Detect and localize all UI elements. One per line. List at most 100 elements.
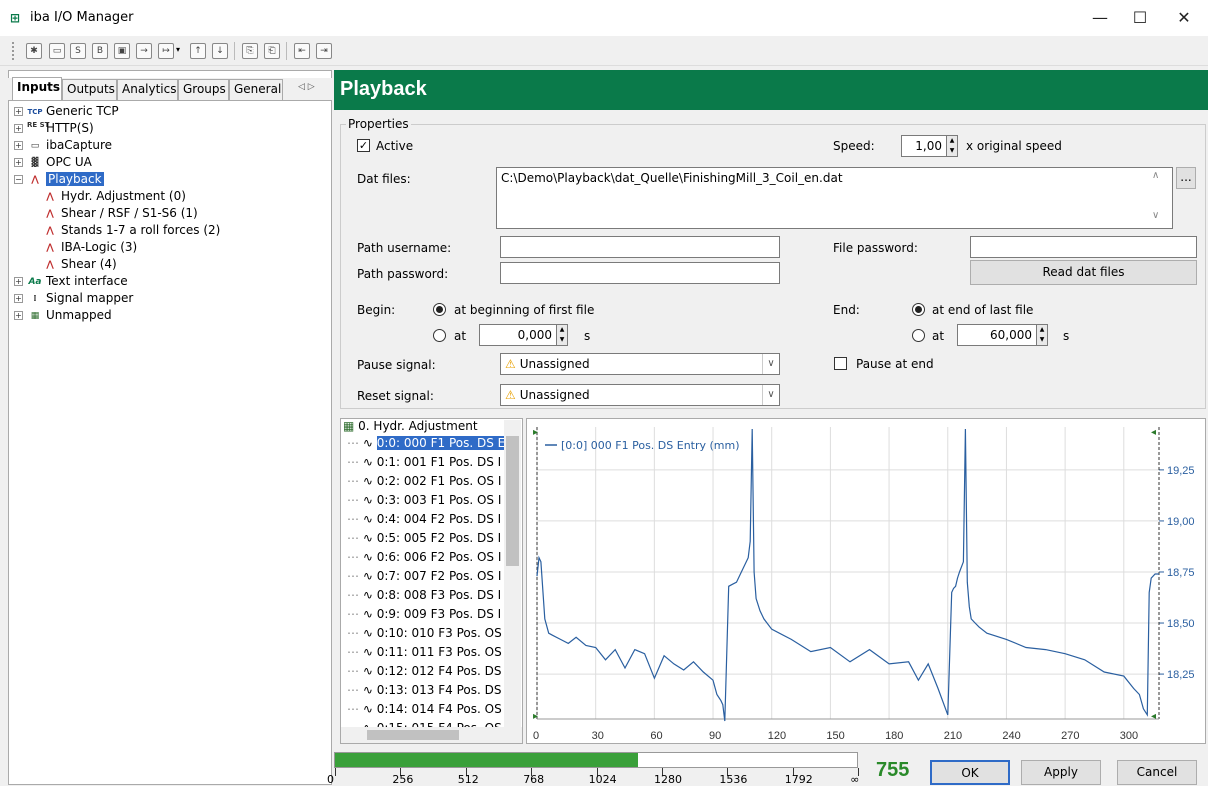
tab-scroll-arrows[interactable]: ◁ ▷ bbox=[298, 82, 315, 92]
tab-general[interactable]: General bbox=[229, 79, 283, 100]
signal-item[interactable]: ⋯ ∿ 0:7: 007 F2 Pos. OS I bbox=[341, 567, 522, 586]
speed-input[interactable]: 1,00 bbox=[901, 135, 947, 157]
path-username-input[interactable] bbox=[500, 236, 780, 258]
new-icon[interactable]: ✱ bbox=[26, 43, 42, 59]
end-spinner[interactable]: ▲ ▼ bbox=[1036, 324, 1048, 346]
chevron-down-icon[interactable]: ∨ bbox=[762, 354, 779, 374]
expand-icon[interactable]: + bbox=[14, 311, 23, 320]
signal-item[interactable]: ⋯ ∿ 0:11: 011 F3 Pos. OS bbox=[341, 643, 522, 662]
signal-item[interactable]: ⋯ ∿ 0:9: 009 F3 Pos. DS I bbox=[341, 605, 522, 624]
import-icon[interactable]: → bbox=[136, 43, 152, 59]
tree-item-child[interactable]: ⋀ IBA-Logic (3) bbox=[14, 239, 220, 256]
scroll-down-icon[interactable]: ∨ bbox=[1152, 210, 1159, 221]
browse-button[interactable]: ... bbox=[1176, 167, 1196, 189]
scrollbar-thumb[interactable] bbox=[506, 436, 519, 566]
tree-item-child[interactable]: ⋀ Shear / RSF / S1-S6 (1) bbox=[14, 205, 220, 222]
maximize-button[interactable]: ☐ bbox=[1120, 6, 1160, 30]
read-dat-files-button[interactable]: Read dat files bbox=[970, 260, 1197, 285]
signal-item[interactable]: ⋯ ∿ 0:14: 014 F4 Pos. OS bbox=[341, 700, 522, 719]
tree-line: ⋯ bbox=[347, 436, 359, 450]
tree-item-child[interactable]: ⋀ Shear (4) bbox=[14, 256, 220, 273]
sine-wave-icon: ∿ bbox=[362, 436, 373, 450]
file-password-input[interactable] bbox=[970, 236, 1197, 258]
signal-item[interactable]: ⋯ ∿ 0:8: 008 F3 Pos. DS I bbox=[341, 586, 522, 605]
paste-icon[interactable]: ⎗ bbox=[264, 43, 280, 59]
tab-inputs[interactable]: Inputs bbox=[12, 77, 62, 101]
signal-item[interactable]: ⋯ ∿ 0:5: 005 F2 Pos. DS I bbox=[341, 529, 522, 548]
signal-item[interactable]: ⋯ ∿ 0:10: 010 F3 Pos. OS bbox=[341, 624, 522, 643]
tree-label: Shear / RSF / S1-S6 (1) bbox=[61, 206, 198, 220]
active-checkbox[interactable]: ✓ bbox=[357, 139, 370, 152]
save-icon[interactable]: ▣ bbox=[114, 43, 130, 59]
reset-signal-combo[interactable]: ⚠ Unassigned bbox=[500, 384, 780, 406]
signal-item[interactable]: ⋯ ∿ 0:0: 000 F1 Pos. DS E bbox=[341, 434, 522, 453]
move-down-icon[interactable]: ↓ bbox=[212, 43, 228, 59]
expand-icon[interactable]: + bbox=[14, 124, 23, 133]
hscroll-thumb[interactable] bbox=[367, 730, 459, 740]
tree-item-ibacapture[interactable]: + ▭ ibaCapture bbox=[14, 137, 220, 154]
save-as-b-icon[interactable]: B bbox=[92, 43, 108, 59]
signal-item[interactable]: ⋯ ∿ 0:6: 006 F2 Pos. OS I bbox=[341, 548, 522, 567]
collapse-icon[interactable]: − bbox=[14, 175, 23, 184]
scroll-up-icon[interactable]: ∧ bbox=[1152, 170, 1159, 181]
collapse-left-icon[interactable]: ⇤ bbox=[294, 43, 310, 59]
x-tick-label: 60 bbox=[650, 730, 662, 742]
signal-root[interactable]: ▦ 0. Hydr. Adjustment bbox=[341, 419, 522, 434]
begin-first-file-radio[interactable] bbox=[433, 303, 446, 316]
tree-item-child[interactable]: ⋀ Hydr. Adjustment (0) bbox=[14, 188, 220, 205]
expand-icon[interactable]: + bbox=[14, 107, 23, 116]
signal-item[interactable]: ⋯ ∿ 0:2: 002 F1 Pos. OS I bbox=[341, 472, 522, 491]
tree-item-text-interface[interactable]: + Aa Text interface bbox=[14, 273, 220, 290]
tree-item-playback[interactable]: − ⋀ Playback bbox=[14, 171, 220, 188]
move-up-icon[interactable]: ↑ bbox=[190, 43, 206, 59]
signal-item[interactable]: ⋯ ∿ 0:13: 013 F4 Pos. DS bbox=[341, 681, 522, 700]
tab-groups[interactable]: Groups bbox=[178, 79, 229, 100]
signal-chart[interactable]: 0 30 60 90 120 150 180 210 240 270 300 19,25 19,00 18… bbox=[526, 418, 1206, 744]
expand-icon[interactable]: + bbox=[14, 141, 23, 150]
open-icon[interactable]: ▭ bbox=[49, 43, 65, 59]
dropdown-icon[interactable]: ▾ bbox=[176, 45, 180, 54]
end-value-input[interactable]: 60,000 bbox=[957, 324, 1037, 346]
expand-right-icon[interactable]: ⇥ bbox=[316, 43, 332, 59]
tree-item-unmapped[interactable]: + ▦ Unmapped bbox=[14, 307, 220, 324]
signal-item[interactable]: ⋯ ∿ 0:3: 003 F1 Pos. OS I bbox=[341, 491, 522, 510]
apply-button[interactable]: Apply bbox=[1021, 760, 1101, 785]
dat-files-textarea[interactable]: C:\Demo\Playback\dat_Quelle\FinishingMil… bbox=[496, 167, 1173, 229]
tree-item-opcua[interactable]: + ▓ OPC UA bbox=[14, 154, 220, 171]
begin-spinner[interactable]: ▲ ▼ bbox=[556, 324, 568, 346]
save-as-s-icon[interactable]: S bbox=[70, 43, 86, 59]
reset-signal-label: Reset signal: bbox=[357, 389, 434, 403]
expand-icon[interactable]: + bbox=[14, 158, 23, 167]
signal-item[interactable]: ⋯ ∿ 0:12: 012 F4 Pos. DS bbox=[341, 662, 522, 681]
cancel-button[interactable]: Cancel bbox=[1117, 760, 1197, 785]
tab-outputs[interactable]: Outputs bbox=[62, 79, 117, 100]
unmapped-icon: ▦ bbox=[30, 310, 40, 321]
end-last-file-radio[interactable] bbox=[912, 303, 925, 316]
end-at-radio[interactable] bbox=[912, 329, 925, 342]
tab-analytics[interactable]: Analytics bbox=[117, 79, 178, 100]
expand-icon[interactable]: + bbox=[14, 277, 23, 286]
begin-value-input[interactable]: 0,000 bbox=[479, 324, 557, 346]
signal-label: 0:8: 008 F3 Pos. DS I bbox=[376, 588, 502, 602]
expand-icon[interactable]: + bbox=[14, 294, 23, 303]
warning-icon: ⚠ bbox=[505, 357, 516, 371]
pause-signal-combo[interactable]: ⚠ Unassigned bbox=[500, 353, 780, 375]
signal-item[interactable]: ⋯ ∿ 0:1: 001 F1 Pos. DS I bbox=[341, 453, 522, 472]
chevron-down-icon[interactable]: ∨ bbox=[762, 385, 779, 405]
signal-item[interactable]: ⋯ ∿ 0:4: 004 F2 Pos. DS I bbox=[341, 510, 522, 529]
begin-at-radio[interactable] bbox=[433, 329, 446, 342]
close-button[interactable]: ✕ bbox=[1164, 6, 1204, 30]
tree-item-generic-tcp[interactable]: + TCP Generic TCP bbox=[14, 103, 220, 120]
path-password-input[interactable] bbox=[500, 262, 780, 284]
copy-icon[interactable]: ⎘ bbox=[242, 43, 258, 59]
minimize-button[interactable]: — bbox=[1080, 6, 1120, 30]
ok-button[interactable]: OK bbox=[930, 760, 1010, 785]
tree-item-https[interactable]: + RE STHTTP(S) bbox=[14, 120, 220, 137]
warning-icon: ⚠ bbox=[505, 388, 516, 402]
tree-item-signal-mapper[interactable]: + ⁞ Signal mapper bbox=[14, 290, 220, 307]
export-icon[interactable]: ↦ bbox=[158, 43, 174, 59]
speed-spinner[interactable]: ▲ ▼ bbox=[946, 135, 958, 157]
pause-at-end-checkbox[interactable] bbox=[834, 357, 847, 370]
tree-item-child[interactable]: ⋀ Stands 1-7 a roll forces (2) bbox=[14, 222, 220, 239]
series-line bbox=[536, 428, 1159, 722]
